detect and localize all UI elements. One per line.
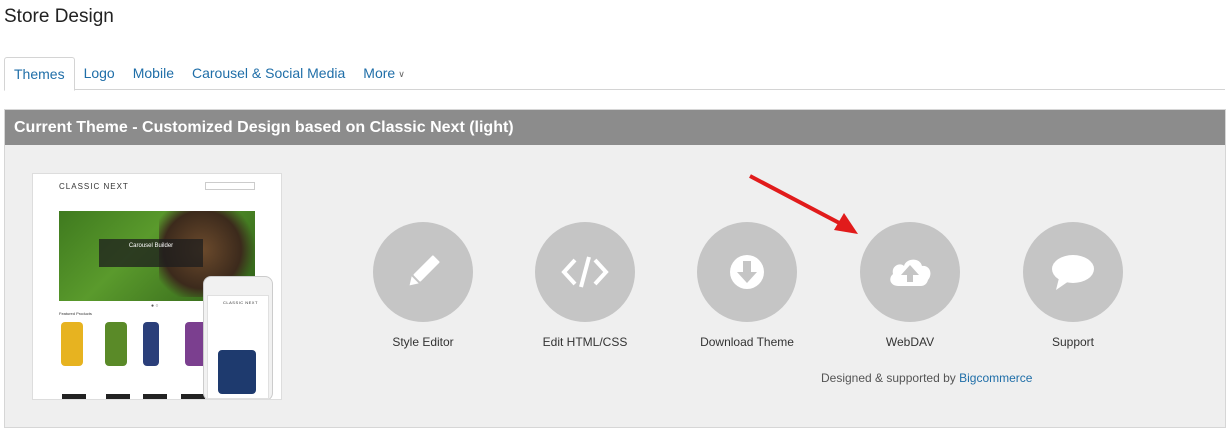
designer-credit: Designed & supported by Bigcommerce bbox=[821, 371, 1032, 385]
tab-logo[interactable]: Logo bbox=[75, 57, 124, 90]
download-icon bbox=[727, 252, 767, 292]
preview-product-jacket bbox=[61, 322, 83, 366]
tab-bar: Themes Logo Mobile Carousel & Social Med… bbox=[4, 57, 1225, 91]
preview-product-button bbox=[181, 394, 205, 399]
tab-more[interactable]: More ∨ bbox=[354, 57, 414, 90]
pencil-icon bbox=[402, 251, 444, 293]
page-title: Store Design bbox=[4, 6, 114, 27]
style-editor-circle bbox=[373, 222, 473, 322]
style-editor-label: Style Editor bbox=[392, 335, 454, 349]
code-icon bbox=[561, 252, 609, 292]
tab-themes[interactable]: Themes bbox=[4, 57, 75, 91]
preview-carousel-title: Carousel Builder bbox=[128, 243, 174, 249]
support-button[interactable]: Support bbox=[1003, 222, 1143, 362]
webdav-circle bbox=[860, 222, 960, 322]
support-circle bbox=[1023, 222, 1123, 322]
tab-label: Logo bbox=[83, 65, 115, 81]
annotation-arrow bbox=[749, 174, 858, 234]
webdav-button[interactable]: WebDAV bbox=[840, 222, 980, 362]
tab-carousel-social[interactable]: Carousel & Social Media bbox=[183, 57, 354, 90]
cloud-upload-icon bbox=[886, 254, 934, 290]
preview-phone-logo: CLASSIC NEXT bbox=[223, 300, 258, 305]
preview-carousel-banner: Carousel Builder bbox=[99, 239, 203, 267]
preview-search-box bbox=[205, 182, 255, 190]
preview-mobile-phone: CLASSIC NEXT bbox=[203, 276, 273, 399]
preview-product-button bbox=[143, 394, 167, 399]
preview-product-shoes bbox=[143, 322, 159, 366]
edit-html-css-circle bbox=[535, 222, 635, 322]
speech-bubble-icon bbox=[1049, 252, 1097, 292]
panel-header: Current Theme - Customized Design based … bbox=[5, 110, 1225, 145]
webdav-label: WebDAV bbox=[885, 335, 935, 349]
credit-text: Designed & supported by bbox=[821, 371, 956, 385]
preview-logo: CLASSIC NEXT bbox=[59, 182, 129, 191]
theme-preview-thumbnail: CLASSIC NEXT Carousel Builder ● ○ Featur… bbox=[32, 173, 282, 400]
preview-featured-label: Featured Products bbox=[59, 311, 92, 316]
style-editor-button[interactable]: Style Editor bbox=[353, 222, 493, 362]
chevron-down-icon: ∨ bbox=[398, 69, 405, 79]
support-label: Support bbox=[1051, 335, 1095, 349]
tab-label: Carousel & Social Media bbox=[191, 65, 346, 81]
preview-product-button bbox=[62, 394, 86, 399]
edit-html-css-label: Edit HTML/CSS bbox=[542, 335, 628, 349]
preview-product-bag bbox=[105, 322, 127, 366]
download-theme-button[interactable]: Download Theme bbox=[677, 222, 817, 362]
edit-html-css-button[interactable]: Edit HTML/CSS bbox=[515, 222, 655, 362]
preview-product-button bbox=[106, 394, 130, 399]
current-theme-panel: Current Theme - Customized Design based … bbox=[4, 109, 1226, 428]
preview-phone-screen: CLASSIC NEXT bbox=[207, 295, 269, 399]
tab-label: Mobile bbox=[132, 65, 174, 81]
download-theme-label: Download Theme bbox=[700, 335, 794, 349]
tab-label: More bbox=[363, 65, 396, 81]
tab-mobile[interactable]: Mobile bbox=[124, 57, 183, 90]
preview-carousel-dots: ● ○ bbox=[151, 303, 159, 309]
preview-phone-product bbox=[218, 350, 256, 394]
tab-label: Themes bbox=[14, 66, 65, 82]
bigcommerce-link[interactable]: Bigcommerce bbox=[959, 371, 1032, 385]
